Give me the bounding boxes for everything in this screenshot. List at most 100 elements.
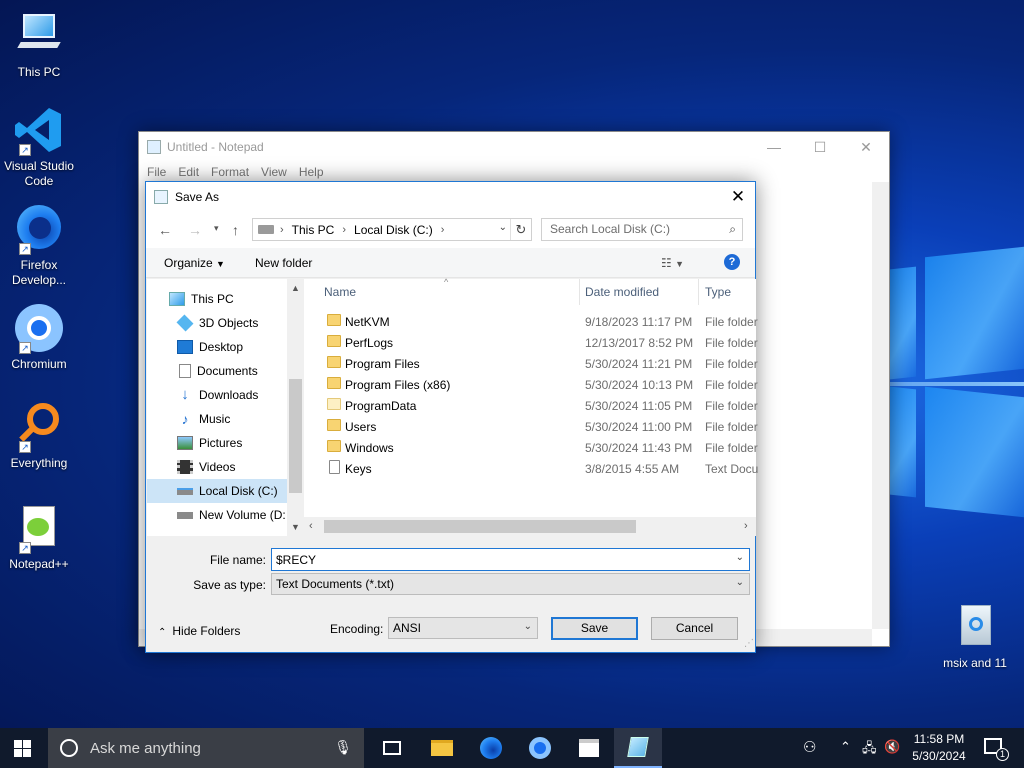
cancel-button[interactable]: Cancel	[651, 617, 738, 640]
action-center-button[interactable]: 1	[984, 738, 1009, 761]
file-row[interactable]: ProgramData 5/30/2024 11:05 PM File fold…	[304, 395, 758, 416]
desktop-icon-recycle-bin[interactable]: msix and 11	[936, 601, 1014, 671]
file-name: Windows	[345, 441, 394, 455]
nav-item-videos[interactable]: Videos	[147, 455, 287, 479]
help-button[interactable]: ?	[724, 254, 740, 270]
desktop-icon-everything[interactable]: ↗ Everything	[1, 401, 77, 471]
start-button[interactable]	[14, 740, 31, 757]
taskbar-chromium[interactable]	[516, 728, 564, 768]
file-row[interactable]: Users 5/30/2024 11:00 PM File folder	[304, 416, 758, 437]
file-name-field[interactable]: ⌄	[271, 548, 750, 571]
taskbar-store[interactable]	[565, 728, 613, 768]
nav-item-pictures[interactable]: Pictures	[147, 431, 287, 455]
file-row[interactable]: PerfLogs 12/13/2017 8:52 PM File folder	[304, 332, 758, 353]
file-row[interactable]: Program Files 5/30/2024 11:21 PM File fo…	[304, 353, 758, 374]
chevron-down-icon[interactable]: ⌄	[736, 552, 744, 563]
menu-file[interactable]: File	[141, 165, 172, 179]
column-header-name[interactable]: Name	[318, 279, 580, 305]
chevron-right-icon[interactable]: ›	[342, 224, 346, 236]
up-button[interactable]: ↑	[232, 222, 239, 238]
dialog-titlebar[interactable]: Save As	[146, 182, 755, 212]
save-as-dialog[interactable]: Save As ✕ ← → ▾ ↑ › This PC › Local Disk…	[145, 181, 758, 653]
breadcrumb-local-disk[interactable]: Local Disk (C:)	[354, 223, 433, 237]
text-document-icon	[329, 460, 340, 474]
refresh-button[interactable]: ↻	[510, 219, 531, 240]
resize-grip-icon[interactable]: ⋰	[744, 638, 754, 649]
file-row[interactable]: Windows 5/30/2024 11:43 PM File folder	[304, 437, 758, 458]
menu-view[interactable]: View	[255, 165, 293, 179]
taskbar-notepad[interactable]	[614, 728, 662, 768]
address-dropdown-button[interactable]: ⌄	[499, 222, 507, 233]
task-view-button[interactable]	[368, 728, 416, 768]
nav-pane-scrollbar[interactable]: ▲ ▼	[287, 279, 304, 536]
chevron-up-icon[interactable]: ▲	[291, 283, 300, 293]
maximize-button[interactable]: ☐	[797, 132, 843, 162]
desktop-icon-vscode[interactable]: ↗ Visual Studio Code	[1, 104, 77, 189]
desktop-icon-chromium[interactable]: ↗ Chromium	[1, 302, 77, 372]
chevron-right-icon[interactable]: ›	[744, 520, 748, 532]
menu-edit[interactable]: Edit	[172, 165, 205, 179]
file-date: 5/30/2024 11:00 PM	[585, 420, 693, 434]
chevron-down-icon[interactable]: ▼	[291, 522, 300, 532]
save-options: File name: ⌄ Save as type: Text Document…	[146, 538, 755, 652]
chevron-right-icon[interactable]: ›	[441, 224, 445, 236]
microphone-icon[interactable]: 🎙	[334, 739, 352, 756]
close-button[interactable]: ✕	[843, 132, 889, 162]
video-icon	[177, 460, 193, 474]
organize-button[interactable]: Organize ▼	[164, 256, 225, 270]
taskbar-clock[interactable]: 11:58 PM 5/30/2024	[904, 731, 974, 765]
back-button[interactable]: ←	[158, 222, 172, 238]
nav-item-label: Local Disk (C:)	[199, 484, 278, 498]
forward-button[interactable]: →	[188, 222, 202, 238]
network-icon[interactable]: 🖧	[862, 739, 877, 761]
recent-locations-button[interactable]: ▾	[214, 223, 219, 234]
hide-folders-button[interactable]: ⌃ Hide Folders	[158, 624, 240, 638]
breadcrumb-this-pc[interactable]: This PC	[292, 223, 335, 237]
scrollbar-thumb[interactable]	[289, 379, 302, 493]
address-bar[interactable]: › This PC › Local Disk (C:) › ⌄ ↻	[252, 218, 532, 241]
menu-help[interactable]: Help	[293, 165, 330, 179]
chromium-icon: ↗	[13, 302, 65, 354]
nav-item-new-volume-d[interactable]: New Volume (D:	[147, 503, 287, 527]
dialog-close-button[interactable]: ✕	[721, 182, 755, 212]
chevron-up-icon[interactable]: ⌃	[840, 739, 851, 755]
people-icon[interactable]: ⚇	[803, 738, 816, 756]
taskbar-search-input[interactable]	[90, 739, 330, 757]
nav-item-downloads[interactable]: ↓ Downloads	[147, 383, 287, 407]
column-header-date-modified[interactable]: Date modified	[579, 279, 699, 305]
nav-item-this-pc[interactable]: This PC	[147, 287, 287, 311]
desktop-icon-notepadpp[interactable]: ↗ Notepad++	[1, 502, 77, 572]
file-name-input[interactable]	[272, 549, 712, 570]
file-row[interactable]: NetKVM 9/18/2023 11:17 PM File folder	[304, 311, 758, 332]
new-folder-button[interactable]: New folder	[255, 256, 312, 270]
desktop-icon-firefox-dev[interactable]: ↗ Firefox Develop...	[1, 203, 77, 288]
nav-item-3d-objects[interactable]: 3D Objects	[147, 311, 287, 335]
minimize-button[interactable]: —	[751, 132, 797, 162]
file-row[interactable]: Keys 3/8/2015 4:55 AM Text Docu	[304, 458, 758, 479]
file-list-horizontal-scrollbar[interactable]: ‹ ›	[304, 517, 756, 536]
desktop-icon-this-pc[interactable]: This PC	[1, 10, 77, 80]
encoding-select[interactable]: ANSI ⌄	[388, 617, 538, 639]
notepad-vertical-scrollbar[interactable]	[872, 182, 889, 629]
file-row[interactable]: Program Files (x86) 5/30/2024 10:13 PM F…	[304, 374, 758, 395]
volume-muted-icon[interactable]: 🔇	[884, 739, 900, 755]
change-view-button[interactable]: ☷ ▼	[661, 256, 684, 270]
save-button[interactable]: Save	[551, 617, 638, 640]
column-header-type[interactable]: Type	[699, 279, 756, 305]
scrollbar-thumb[interactable]	[324, 520, 636, 533]
taskbar-search[interactable]: 🎙	[48, 728, 364, 768]
drive-icon	[258, 225, 274, 234]
nav-item-local-disk-c[interactable]: Local Disk (C:)	[147, 479, 287, 503]
search-input[interactable]	[550, 219, 720, 239]
chevron-right-icon[interactable]: ›	[280, 224, 284, 236]
nav-item-music[interactable]: ♪ Music	[147, 407, 287, 431]
nav-item-documents[interactable]: Documents	[147, 359, 287, 383]
search-box[interactable]: ⌕	[541, 218, 743, 241]
nav-item-label: Music	[199, 412, 231, 426]
menu-format[interactable]: Format	[205, 165, 255, 179]
taskbar-firefox[interactable]	[467, 728, 515, 768]
nav-item-desktop[interactable]: Desktop	[147, 335, 287, 359]
chevron-left-icon[interactable]: ‹	[309, 520, 313, 532]
save-as-type-select[interactable]: Text Documents (*.txt) ⌄	[271, 573, 750, 595]
taskbar-file-explorer[interactable]	[418, 728, 466, 768]
